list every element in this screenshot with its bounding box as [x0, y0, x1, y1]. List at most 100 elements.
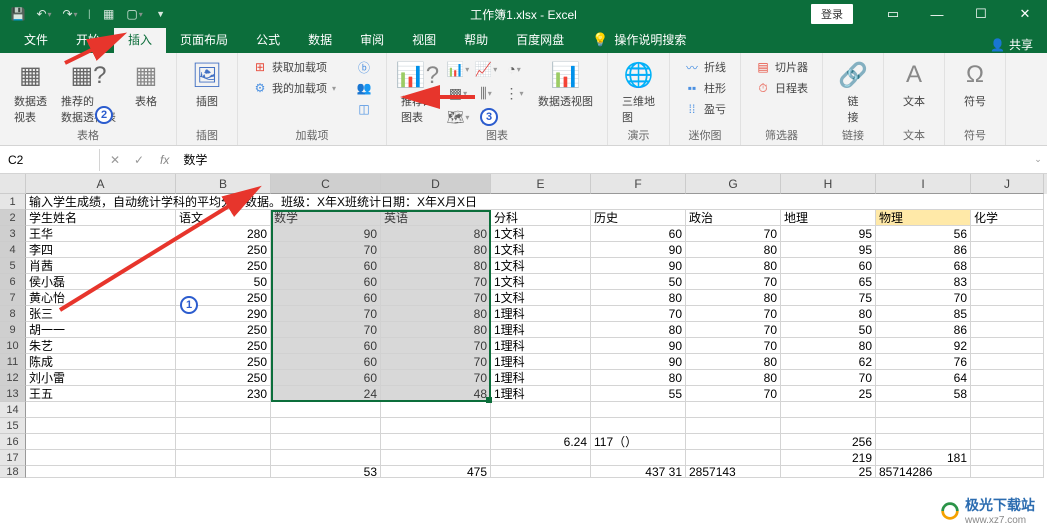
cell[interactable]: 1文科	[491, 258, 591, 274]
row-header[interactable]: 5	[0, 258, 26, 274]
formula-input[interactable]	[175, 149, 1029, 171]
row-header[interactable]: 4	[0, 242, 26, 258]
cell[interactable]: 70	[381, 370, 491, 386]
fx-label-icon[interactable]: fx	[154, 153, 175, 167]
cell[interactable]: 64	[876, 370, 971, 386]
cell[interactable]: 刘小雷	[26, 370, 176, 386]
tab-help[interactable]: 帮助	[450, 26, 502, 53]
cell[interactable]: 95	[781, 242, 876, 258]
cell[interactable]	[971, 322, 1044, 338]
people-graph-button[interactable]: 👥	[352, 78, 376, 98]
cell[interactable]: 70	[686, 322, 781, 338]
cell[interactable]: 250	[176, 322, 271, 338]
cell[interactable]: 48	[381, 386, 491, 402]
qat-customize-icon[interactable]: ▼	[151, 4, 171, 24]
cell[interactable]: 80	[781, 338, 876, 354]
cell[interactable]: 70	[876, 290, 971, 306]
cell[interactable]: 英语	[381, 210, 491, 226]
cell[interactable]: 1理科	[491, 370, 591, 386]
cell[interactable]: 王华	[26, 226, 176, 242]
pie-chart-icon[interactable]: ◔▾	[500, 57, 528, 81]
quickprint-icon[interactable]: ▦	[99, 4, 119, 24]
col-header-B[interactable]: B	[176, 174, 271, 194]
cell[interactable]: 政治	[686, 210, 781, 226]
cell[interactable]	[971, 370, 1044, 386]
tab-view[interactable]: 视图	[398, 26, 450, 53]
row-header[interactable]: 15	[0, 418, 26, 434]
cell[interactable]: 60	[271, 338, 381, 354]
cell[interactable]: 90	[591, 354, 686, 370]
row-header[interactable]: 2	[0, 210, 26, 226]
cell[interactable]: 80	[591, 322, 686, 338]
cell[interactable]: 60	[271, 274, 381, 290]
sparkline-line-button[interactable]: 〰折线	[680, 57, 730, 77]
select-all-corner[interactable]	[0, 174, 26, 194]
enter-fx-icon[interactable]: ✓	[128, 150, 150, 170]
tab-review[interactable]: 审阅	[346, 26, 398, 53]
cell[interactable]: 50	[591, 274, 686, 290]
tab-insert[interactable]: 插入	[114, 26, 166, 53]
cell[interactable]: 肖茜	[26, 258, 176, 274]
undo-icon[interactable]: ↶▾	[34, 4, 54, 24]
cell[interactable]	[971, 386, 1044, 402]
cell[interactable]	[971, 226, 1044, 242]
cell[interactable]	[971, 338, 1044, 354]
cell[interactable]: 物理	[876, 210, 971, 226]
row-header[interactable]: 10	[0, 338, 26, 354]
row-header[interactable]: 1	[0, 194, 26, 210]
tab-layout[interactable]: 页面布局	[166, 26, 242, 53]
cell[interactable]: 历史	[591, 210, 686, 226]
cell[interactable]: 62	[781, 354, 876, 370]
cell[interactable]: 70	[686, 386, 781, 402]
cell[interactable]: 86	[876, 242, 971, 258]
cell[interactable]: 50	[176, 274, 271, 290]
cell[interactable]: 70	[591, 306, 686, 322]
row-header[interactable]: 18	[0, 466, 26, 478]
cell[interactable]: 80	[591, 370, 686, 386]
cell[interactable]: 70	[381, 274, 491, 290]
cell[interactable]: 70	[781, 370, 876, 386]
cell[interactable]: 70	[381, 354, 491, 370]
more-chart-icon[interactable]	[500, 105, 528, 129]
cell[interactable]: 80	[381, 322, 491, 338]
cell[interactable]: 1文科	[491, 290, 591, 306]
row-header[interactable]: 8	[0, 306, 26, 322]
cell[interactable]	[971, 258, 1044, 274]
cell[interactable]: 1文科	[491, 274, 591, 290]
line-chart-icon[interactable]: 📈▾	[472, 57, 500, 81]
cell[interactable]: 70	[686, 338, 781, 354]
tab-baidu[interactable]: 百度网盘	[502, 26, 578, 53]
tab-data[interactable]: 数据	[294, 26, 346, 53]
cell[interactable]: 70	[271, 242, 381, 258]
cell[interactable]: 1理科	[491, 354, 591, 370]
cell[interactable]: 80	[686, 370, 781, 386]
cell[interactable]: 90	[591, 258, 686, 274]
cell[interactable]: 280	[176, 226, 271, 242]
cell[interactable]: 250	[176, 242, 271, 258]
minimize-icon[interactable]: —	[915, 0, 959, 28]
col-header-I[interactable]: I	[876, 174, 971, 194]
cell[interactable]: 80	[381, 306, 491, 322]
cell[interactable]: 55	[591, 386, 686, 402]
col-header-F[interactable]: F	[591, 174, 686, 194]
cell[interactable]: 80	[781, 306, 876, 322]
tab-formula[interactable]: 公式	[242, 26, 294, 53]
cell[interactable]: 70	[686, 226, 781, 242]
cell[interactable]: 60	[271, 370, 381, 386]
row-header[interactable]: 7	[0, 290, 26, 306]
cell[interactable]: 80	[686, 354, 781, 370]
cell[interactable]: 输入学生成绩，自动统计学科的平均分等数据。班级：X年X班统计日期：X年X月X日	[26, 194, 1044, 210]
cell[interactable]: 80	[381, 258, 491, 274]
cell[interactable]: 胡一一	[26, 322, 176, 338]
cell[interactable]: 250	[176, 354, 271, 370]
cell[interactable]: 分科	[491, 210, 591, 226]
cell[interactable]: 95	[781, 226, 876, 242]
cell[interactable]: 68	[876, 258, 971, 274]
sparkline-winloss-button[interactable]: ⁞⁞盈亏	[680, 99, 730, 119]
row-header[interactable]: 11	[0, 354, 26, 370]
row-header[interactable]: 16	[0, 434, 26, 450]
cell[interactable]: 张三	[26, 306, 176, 322]
cell[interactable]: 1文科	[491, 242, 591, 258]
cell[interactable]: 数学	[271, 210, 381, 226]
cell[interactable]: 75	[781, 290, 876, 306]
